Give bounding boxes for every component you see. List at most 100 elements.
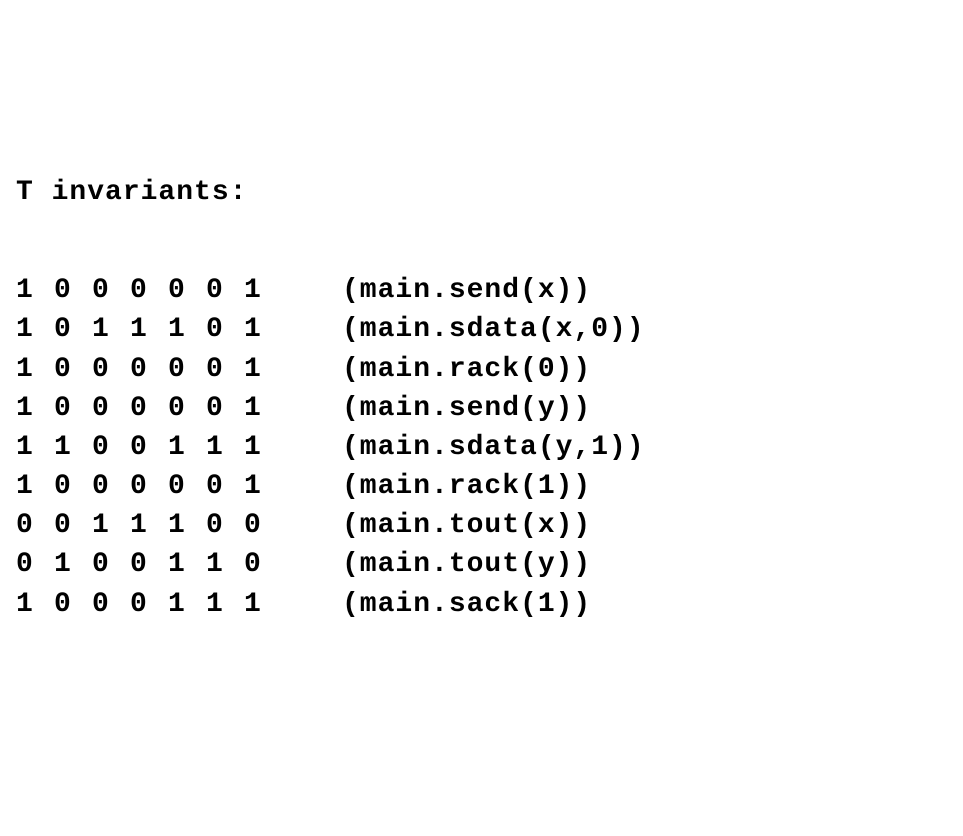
column-gap (282, 585, 342, 624)
invariant-cell: 1 (130, 506, 168, 545)
column-gap (282, 350, 342, 389)
invariant-row: 1000001(main.send(y)) (16, 389, 947, 428)
column-gap (282, 506, 342, 545)
column-gap (282, 545, 342, 584)
invariant-cell: 0 (168, 350, 206, 389)
invariant-cells: 0011100 (16, 506, 282, 545)
invariant-cell: 0 (130, 350, 168, 389)
invariant-cell: 1 (16, 585, 54, 624)
invariant-cell: 1 (244, 467, 282, 506)
invariant-cell: 0 (54, 467, 92, 506)
invariant-cell: 0 (130, 585, 168, 624)
invariant-cell: 0 (16, 506, 54, 545)
invariant-cells: 1000001 (16, 467, 282, 506)
invariant-cell: 1 (16, 310, 54, 349)
invariant-cell: 0 (130, 545, 168, 584)
invariant-cell: 1 (16, 389, 54, 428)
invariant-cell: 1 (16, 467, 54, 506)
invariant-cell: 0 (92, 271, 130, 310)
invariant-label: (main.rack(1)) (342, 467, 591, 506)
invariant-row: 0011100(main.tout(x)) (16, 506, 947, 545)
invariant-cell: 0 (130, 467, 168, 506)
column-gap (282, 310, 342, 349)
invariant-row: 1000111(main.sack(1)) (16, 585, 947, 624)
invariant-cell: 0 (206, 389, 244, 428)
invariant-cell: 1 (244, 310, 282, 349)
invariant-cell: 0 (54, 271, 92, 310)
invariant-cell: 1 (92, 506, 130, 545)
invariant-cell: 0 (168, 271, 206, 310)
invariant-cells: 1000001 (16, 350, 282, 389)
column-gap (282, 428, 342, 467)
invariant-cell: 0 (206, 467, 244, 506)
invariant-label: (main.tout(x)) (342, 506, 591, 545)
invariant-label: (main.sack(1)) (342, 585, 591, 624)
invariant-cell: 0 (206, 350, 244, 389)
invariant-cell: 0 (206, 271, 244, 310)
invariant-cell: 0 (244, 506, 282, 545)
invariant-label: (main.send(y)) (342, 389, 591, 428)
invariant-cell: 1 (54, 428, 92, 467)
invariant-cell: 0 (54, 350, 92, 389)
invariant-cell: 1 (244, 585, 282, 624)
invariant-cell: 1 (244, 271, 282, 310)
invariant-cell: 1 (168, 428, 206, 467)
invariant-label: (main.rack(0)) (342, 350, 591, 389)
invariant-cells: 1011101 (16, 310, 282, 349)
invariant-cell: 0 (168, 467, 206, 506)
invariant-cell: 1 (206, 585, 244, 624)
invariant-cell: 0 (244, 545, 282, 584)
invariant-cells: 1000001 (16, 271, 282, 310)
invariant-cell: 1 (130, 310, 168, 349)
invariant-label: (main.sdata(x,0)) (342, 310, 645, 349)
invariant-label: (main.sdata(y,1)) (342, 428, 645, 467)
invariant-cell: 0 (92, 467, 130, 506)
invariant-cell: 1 (92, 310, 130, 349)
column-gap (282, 271, 342, 310)
invariant-cell: 0 (130, 389, 168, 428)
invariant-cells: 0100110 (16, 545, 282, 584)
invariant-cell: 0 (54, 389, 92, 428)
invariant-cell: 1 (244, 428, 282, 467)
invariant-cell: 1 (16, 271, 54, 310)
invariant-cell: 0 (92, 428, 130, 467)
invariant-cell: 0 (206, 506, 244, 545)
invariant-row: 0100110(main.tout(y)) (16, 545, 947, 584)
invariant-cell: 1 (16, 350, 54, 389)
invariant-row: 1011101(main.sdata(x,0)) (16, 310, 947, 349)
invariant-label: (main.tout(y)) (342, 545, 591, 584)
invariant-cell: 1 (168, 545, 206, 584)
column-gap (282, 467, 342, 506)
invariant-cell: 0 (92, 350, 130, 389)
invariant-cell: 0 (130, 428, 168, 467)
invariant-cell: 0 (92, 389, 130, 428)
invariant-cell: 1 (168, 310, 206, 349)
invariant-cell: 1 (16, 428, 54, 467)
invariant-cell: 0 (54, 585, 92, 624)
invariant-cell: 1 (54, 545, 92, 584)
invariant-cell: 1 (168, 506, 206, 545)
invariant-label: (main.send(x)) (342, 271, 591, 310)
invariant-cell: 0 (92, 585, 130, 624)
invariant-row: 1100111(main.sdata(y,1)) (16, 428, 947, 467)
invariant-cell: 0 (168, 389, 206, 428)
invariant-cell: 0 (130, 271, 168, 310)
invariant-cell: 0 (206, 310, 244, 349)
invariant-cell: 0 (92, 545, 130, 584)
invariant-cell: 0 (54, 506, 92, 545)
invariant-cells: 1000111 (16, 585, 282, 624)
section-title: T invariants: (16, 173, 947, 212)
invariant-cell: 1 (168, 585, 206, 624)
invariant-cell: 0 (54, 310, 92, 349)
invariant-row: 1000001(main.send(x)) (16, 271, 947, 310)
invariant-cell: 0 (16, 545, 54, 584)
invariant-cells: 1100111 (16, 428, 282, 467)
invariant-cells: 1000001 (16, 389, 282, 428)
column-gap (282, 389, 342, 428)
invariant-cell: 1 (206, 545, 244, 584)
invariant-grid: 1000001(main.send(x))1011101(main.sdata(… (16, 271, 947, 624)
invariant-cell: 1 (244, 350, 282, 389)
invariant-row: 1000001(main.rack(1)) (16, 467, 947, 506)
invariant-cell: 1 (244, 389, 282, 428)
invariant-cell: 1 (206, 428, 244, 467)
